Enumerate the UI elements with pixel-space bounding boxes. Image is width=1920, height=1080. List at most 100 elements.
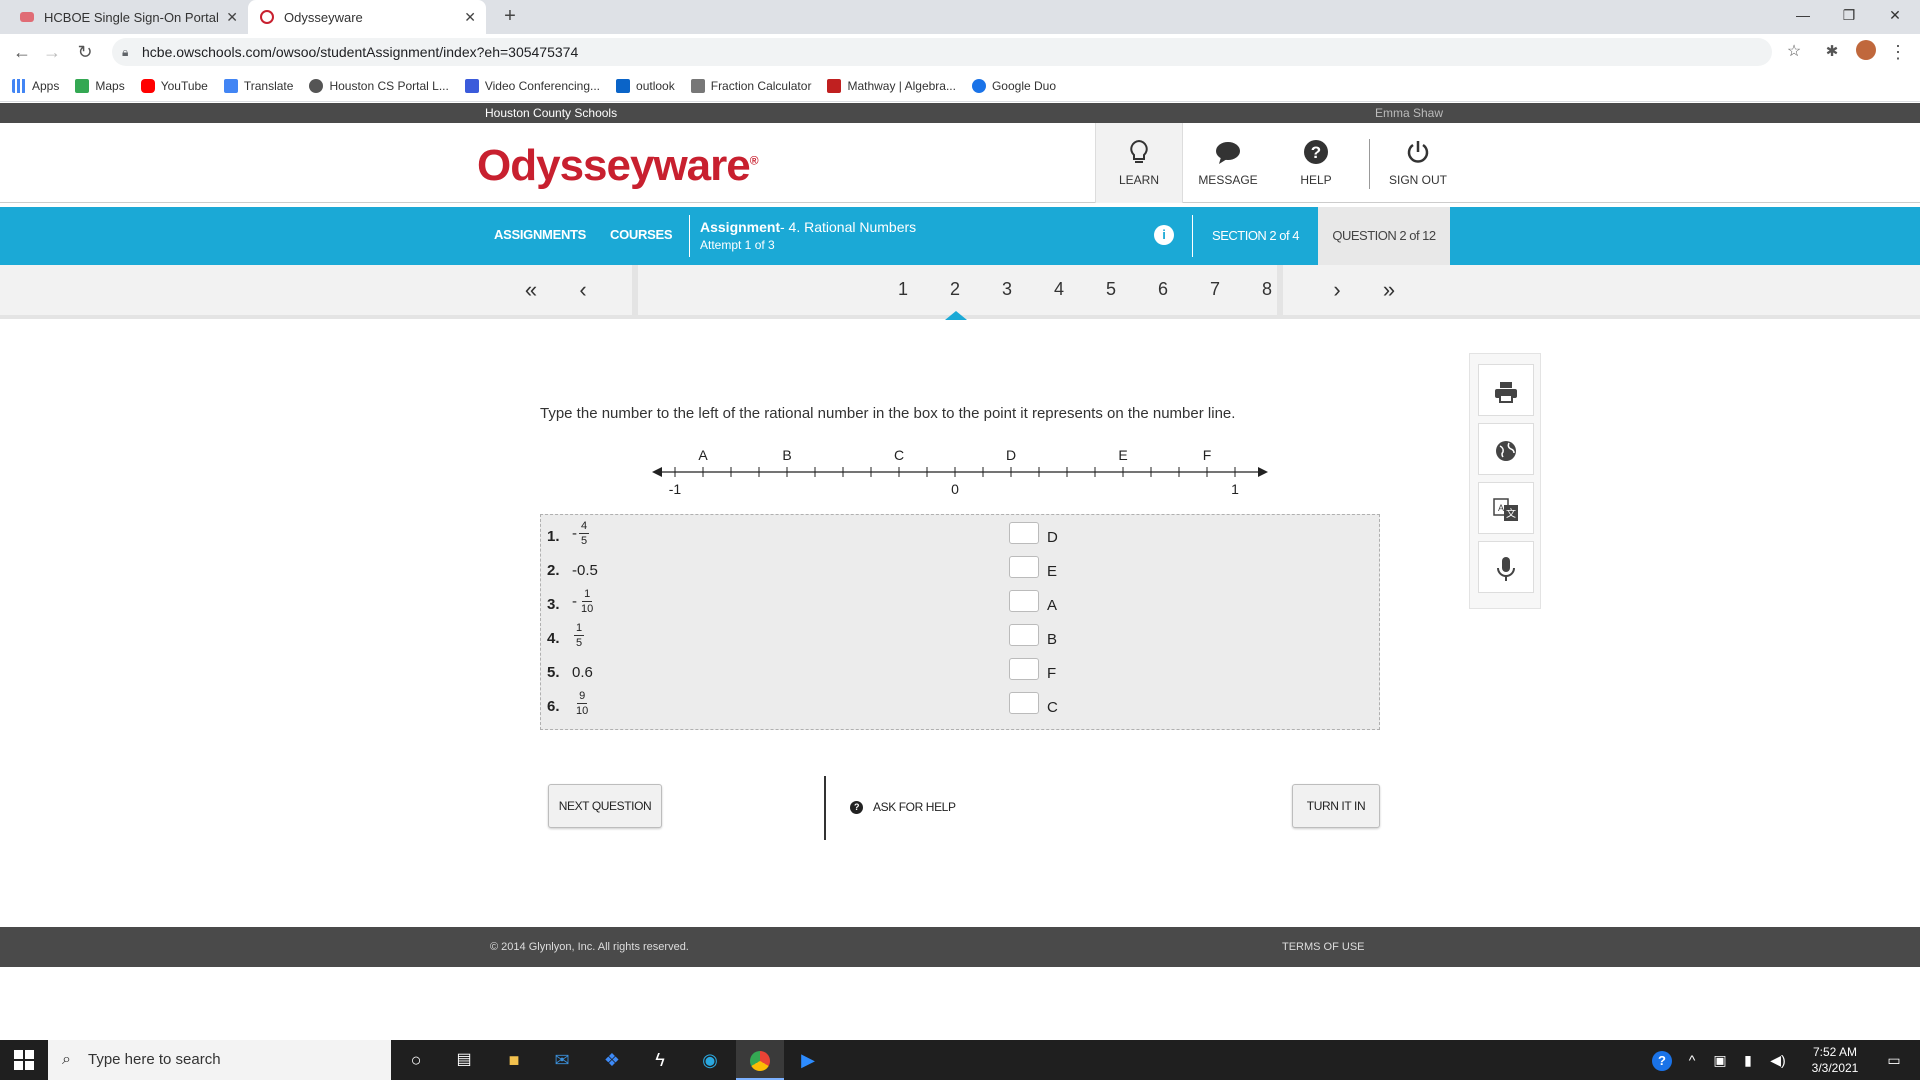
next-question-button[interactable]: NEXT QUESTION xyxy=(548,784,662,828)
globe-icon[interactable] xyxy=(1478,423,1534,475)
tab-hcboe-portal[interactable]: HCBOE Single Sign-On Portal ✕ xyxy=(8,0,248,34)
bookmark-fraction-calculator[interactable]: Fraction Calculator xyxy=(690,78,811,93)
ask-for-help-button[interactable]: ? ASK FOR HELP xyxy=(850,800,956,814)
number-line-point-label: E xyxy=(1118,447,1127,463)
info-icon[interactable]: i xyxy=(1154,225,1174,245)
page-6[interactable]: 6 xyxy=(1153,279,1173,300)
notifications-icon[interactable]: ▭ xyxy=(1876,1040,1912,1080)
bookmark-mathway[interactable]: Mathway | Algebra... xyxy=(827,78,956,93)
cortana-icon[interactable]: ○ xyxy=(392,1040,440,1080)
user-name: Emma Shaw xyxy=(1375,106,1444,120)
help-tray-icon[interactable]: ? xyxy=(1648,1040,1676,1080)
bookmark-houston-portal[interactable]: Houston CS Portal L... xyxy=(309,78,449,93)
clock-date: 3/3/2021 xyxy=(1811,1061,1859,1075)
forward-icon[interactable]: → xyxy=(40,40,64,64)
camera-tray-icon[interactable]: ▣ xyxy=(1708,1040,1732,1080)
matching-area: 1. - 45 D 2. -0.5 E 3. - 1 10 A 4. 15 B 5… xyxy=(540,514,1380,730)
page-1[interactable]: 1 xyxy=(893,279,913,300)
file-explorer-icon[interactable]: ■ xyxy=(490,1040,538,1080)
page-7[interactable]: 7 xyxy=(1205,279,1225,300)
mail-icon[interactable]: ✉ xyxy=(538,1040,586,1080)
prev-page-icon[interactable]: ‹ xyxy=(568,277,598,303)
speech-bubble-icon xyxy=(1214,139,1242,167)
fraction-denominator: 5 xyxy=(576,637,583,649)
nav-help[interactable]: ? HELP xyxy=(1272,123,1360,203)
assignments-link[interactable]: ASSIGNMENTS xyxy=(494,227,586,242)
task-view-icon[interactable]: ▤ xyxy=(440,1040,488,1080)
chrome-icon[interactable] xyxy=(736,1040,784,1080)
bookmark-video-conferencing[interactable]: Video Conferencing... xyxy=(464,78,600,93)
answer-input[interactable] xyxy=(1009,556,1039,578)
terms-of-use-link[interactable]: TERMS OF USE xyxy=(1282,941,1365,953)
page-8[interactable]: 8 xyxy=(1257,279,1277,300)
item-number: 2. xyxy=(547,562,560,579)
close-tab-icon[interactable]: ✕ xyxy=(226,9,238,26)
globe-icon xyxy=(309,78,324,93)
close-window-icon[interactable]: ✕ xyxy=(1872,0,1918,30)
fraction-numerator: 1 xyxy=(574,622,585,636)
answer-input[interactable] xyxy=(1009,692,1039,714)
nav-message[interactable]: MESSAGE xyxy=(1184,123,1272,203)
point-letter: F xyxy=(1047,665,1057,682)
extensions-icon[interactable]: ✱ xyxy=(1820,40,1844,64)
last-page-icon[interactable]: » xyxy=(1374,277,1404,303)
chevron-up-icon[interactable]: ^ xyxy=(1680,1040,1704,1080)
reload-icon[interactable]: ↻ xyxy=(73,40,97,64)
lightbulb-icon xyxy=(1125,139,1153,167)
restore-icon[interactable]: ❐ xyxy=(1826,0,1872,30)
item-number: 3. xyxy=(547,596,560,613)
translate-icon[interactable]: A文 xyxy=(1478,482,1534,534)
dropbox-icon[interactable]: ❖ xyxy=(588,1040,636,1080)
number-line-point-label: B xyxy=(782,447,791,463)
bookmark-outlook[interactable]: outlook xyxy=(616,78,675,93)
page-3[interactable]: 3 xyxy=(997,279,1017,300)
answer-input[interactable] xyxy=(1009,624,1039,646)
number-line-point-label: D xyxy=(1006,447,1016,463)
address-bar[interactable]: 🔒︎ hcbe.owschools.com/owsoo/studentAssig… xyxy=(112,38,1772,66)
page-5[interactable]: 5 xyxy=(1101,279,1121,300)
browser-menu-icon[interactable]: ⋮ xyxy=(1886,40,1910,64)
next-page-icon[interactable]: › xyxy=(1322,277,1352,303)
app-icon[interactable]: ϟ xyxy=(636,1040,684,1080)
tab-odysseyware[interactable]: Odysseyware ✕ xyxy=(248,0,486,34)
windows-taskbar: ⌕ Type here to search ○ ▤ ■ ✉ ❖ ϟ ◉ ▶ ? … xyxy=(0,1040,1920,1080)
turn-it-in-button[interactable]: TURN IT IN xyxy=(1292,784,1380,828)
page-4[interactable]: 4 xyxy=(1049,279,1069,300)
bookmark-youtube[interactable]: YouTube xyxy=(140,78,208,93)
minimize-icon[interactable]: — xyxy=(1780,0,1826,30)
bookmark-star-icon[interactable]: ☆ xyxy=(1782,40,1806,64)
answer-input[interactable] xyxy=(1009,658,1039,680)
duo-icon xyxy=(971,78,986,93)
new-tab-icon[interactable]: + xyxy=(498,4,522,28)
point-letter: D xyxy=(1047,529,1058,546)
power-icon xyxy=(1404,139,1432,167)
answer-input[interactable] xyxy=(1009,590,1039,612)
page-2[interactable]: 2 xyxy=(945,279,965,300)
first-page-icon[interactable]: « xyxy=(516,277,546,303)
taskbar-search-box[interactable]: ⌕ Type here to search xyxy=(48,1040,391,1080)
item-number: 6. xyxy=(547,698,560,715)
edge-icon[interactable]: ◉ xyxy=(686,1040,734,1080)
microphone-tray-icon[interactable]: ▮ xyxy=(1736,1040,1760,1080)
answer-row: 3. - 1 10 A xyxy=(547,587,1367,621)
nav-sign-out[interactable]: SIGN OUT xyxy=(1374,123,1462,203)
close-tab-icon[interactable]: ✕ xyxy=(464,9,476,26)
nav-learn[interactable]: LEARN xyxy=(1095,123,1183,203)
answer-input[interactable] xyxy=(1009,522,1039,544)
windows-start-icon[interactable] xyxy=(14,1050,34,1070)
bookmark-apps[interactable]: Apps xyxy=(12,78,59,93)
profile-avatar[interactable] xyxy=(1854,40,1878,64)
volume-icon[interactable]: ◀) xyxy=(1766,1040,1790,1080)
microphone-icon[interactable] xyxy=(1478,541,1534,593)
print-icon[interactable] xyxy=(1478,364,1534,416)
bookmark-google-duo[interactable]: Google Duo xyxy=(971,78,1056,93)
odysseyware-logo[interactable]: Odysseyware® xyxy=(477,141,759,191)
system-clock[interactable]: 7:52 AM 3/3/2021 xyxy=(1805,1044,1865,1076)
bookmark-maps[interactable]: Maps xyxy=(75,78,125,93)
question-prompt: Type the number to the left of the ratio… xyxy=(540,405,1236,422)
translate-icon xyxy=(223,78,238,93)
zoom-icon[interactable]: ▶ xyxy=(784,1040,832,1080)
bookmark-translate[interactable]: Translate xyxy=(223,78,293,93)
back-icon[interactable]: ← xyxy=(10,40,34,64)
courses-link[interactable]: COURSES xyxy=(610,227,673,242)
